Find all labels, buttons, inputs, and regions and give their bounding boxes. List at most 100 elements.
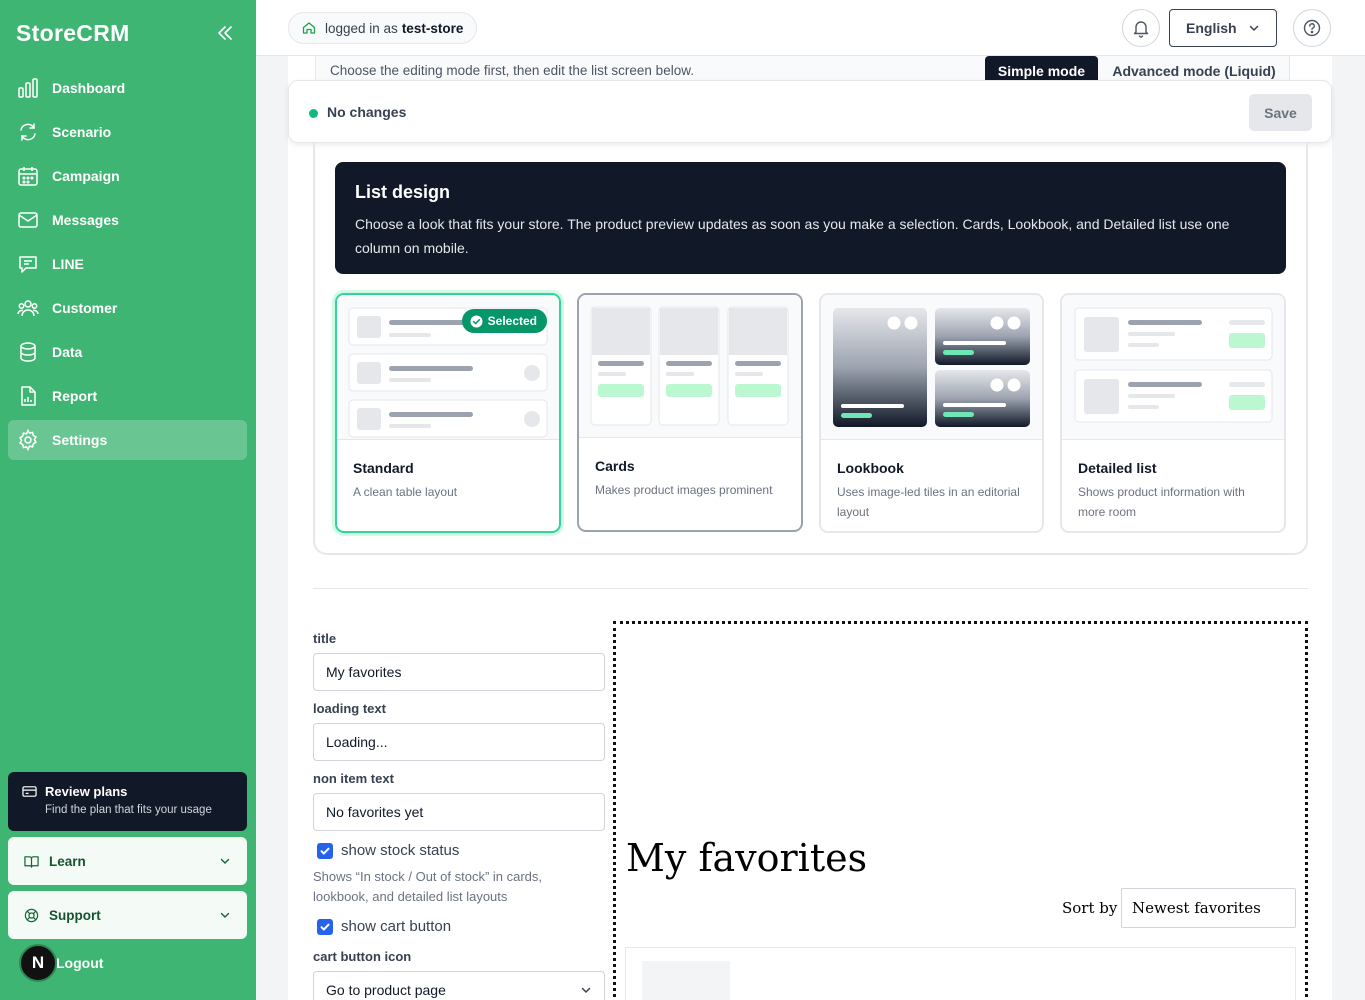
help-button[interactable] (1293, 9, 1331, 47)
language-select[interactable]: English (1169, 9, 1277, 47)
login-status-pill: logged in as test-store (288, 12, 478, 44)
question-circle-icon (1303, 19, 1321, 37)
option-description: Uses image-led tiles in an editorial lay… (837, 485, 1020, 519)
option-description: Shows product information with more room (1078, 485, 1245, 519)
save-button[interactable]: Save (1249, 94, 1312, 131)
learn-section-toggle[interactable]: Learn (8, 837, 247, 885)
sidebar-item-label: Scenario (52, 124, 112, 140)
login-prefix: logged in as (325, 20, 398, 36)
sidebar-item-report[interactable]: Report (8, 376, 247, 416)
calendar-icon (18, 167, 38, 186)
sidebar: StoreCRM Dashboard Scenario Campaign Mes… (0, 0, 256, 1000)
sidebar-item-dashboard[interactable]: Dashboard (8, 68, 247, 108)
gear-icon (19, 429, 37, 451)
report-icon (21, 386, 36, 406)
lookbook-thumbnail-icon (833, 308, 1030, 427)
design-option-detailed-list[interactable]: Detailed list Shows product information … (1060, 293, 1286, 533)
cart-icon-label: cart button icon (313, 949, 412, 964)
option-description: A clean table layout (353, 485, 458, 499)
live-preview-frame (613, 621, 1308, 1000)
non-item-text-input[interactable] (313, 793, 605, 831)
list-design-title: List design (355, 182, 451, 202)
database-icon (20, 342, 36, 362)
sidebar-item-messages[interactable]: Messages (8, 200, 247, 240)
review-plans-card[interactable]: Review plans Find the plan that fits you… (8, 772, 247, 831)
credit-card-icon (22, 786, 37, 797)
refresh-icon (20, 123, 36, 141)
notifications-button[interactable] (1122, 9, 1160, 47)
show-stock-help: Shows “In stock / Out of stock” in cards… (313, 869, 543, 904)
double-chevron-left-icon (218, 26, 232, 40)
sidebar-item-scenario[interactable]: Scenario (8, 112, 247, 152)
chevron-down-icon (1249, 25, 1259, 32)
option-description: Makes product images prominent (595, 483, 773, 497)
sidebar-item-line[interactable]: LINE (8, 244, 247, 284)
chevron-down-icon (581, 987, 591, 994)
lifebuoy-icon (24, 908, 39, 922)
title-label: title (313, 631, 337, 646)
language-value: English (1186, 20, 1237, 36)
bell-icon (1133, 21, 1149, 38)
show-cart-checkbox[interactable] (317, 919, 333, 935)
preview-sort-select[interactable]: Newest favorites (1121, 888, 1296, 928)
book-icon (24, 855, 39, 868)
show-stock-label: show stock status (341, 842, 460, 859)
logout-link[interactable]: Logout (56, 955, 103, 971)
design-option-cards[interactable]: Cards Makes product images prominent (577, 293, 803, 532)
mode-hint: Choose the editing mode first, then edit… (330, 63, 694, 78)
plans-subtitle: Find the plan that fits your usage (45, 804, 212, 816)
sidebar-item-label: Customer (52, 300, 118, 316)
save-status-bar: No changes Save (288, 80, 1332, 143)
option-name: Cards (595, 458, 635, 474)
collapse-sidebar-button[interactable] (214, 22, 236, 44)
mail-icon (18, 212, 38, 228)
loading-text-input[interactable] (313, 723, 605, 761)
non-item-text-label: non item text (313, 771, 394, 786)
sidebar-item-customer[interactable]: Customer (8, 288, 247, 328)
status-dot (309, 109, 318, 118)
home-icon (302, 22, 316, 34)
sidebar-item-data[interactable]: Data (8, 332, 247, 372)
learn-label: Learn (49, 853, 86, 869)
plans-title-row: Review plans (22, 784, 233, 799)
lookbook-preview (821, 295, 1042, 440)
sidebar-item-label: Settings (52, 432, 108, 448)
cart-icon-select[interactable]: Go to product page (313, 971, 605, 1000)
chevron-down-icon (220, 912, 230, 918)
store-name: test-store (401, 20, 464, 36)
list-design-banner: List design Choose a look that fits your… (335, 162, 1286, 274)
option-name: Standard (353, 460, 414, 476)
list-design-description: Choose a look that fits your store. The … (355, 216, 1230, 256)
users-icon (17, 300, 39, 317)
sidebar-item-label: LINE (52, 256, 84, 272)
option-name: Detailed list (1078, 460, 1157, 476)
status-text: No changes (327, 104, 407, 120)
loading-text-label: loading text (313, 701, 386, 716)
selected-badge-label: Selected (487, 314, 537, 328)
show-stock-checkbox[interactable] (317, 843, 333, 859)
detailed-list-preview (1062, 295, 1284, 440)
title-input[interactable] (313, 653, 605, 691)
checkmark-icon (320, 847, 330, 855)
selected-badge: Selected (461, 309, 547, 333)
option-name: Lookbook (837, 460, 904, 476)
cards-preview (579, 295, 801, 438)
cards-thumbnail-icon (590, 306, 789, 426)
design-option-lookbook[interactable]: Lookbook Uses image-led tiles in an edit… (819, 293, 1044, 533)
support-label: Support (49, 907, 101, 923)
support-section-toggle[interactable]: Support (8, 891, 247, 939)
preview-title: My favorites (626, 836, 868, 880)
brand-logo: StoreCRM (16, 20, 130, 46)
sidebar-item-campaign[interactable]: Campaign (8, 156, 247, 196)
preview-sort-label: Sort by (1062, 899, 1118, 917)
bar-chart-icon (18, 78, 38, 98)
avatar[interactable]: N (19, 944, 57, 982)
sidebar-item-settings[interactable]: Settings (8, 420, 247, 460)
cart-icon-value: Go to product page (326, 982, 446, 998)
chevron-down-icon (220, 858, 230, 864)
design-option-standard[interactable]: Selected Standard A clean table layout (335, 293, 561, 533)
top-bar: logged in as test-store English (256, 0, 1365, 56)
section-divider (313, 588, 1308, 589)
sidebar-item-label: Campaign (52, 168, 120, 184)
sidebar-item-label: Data (52, 344, 83, 360)
